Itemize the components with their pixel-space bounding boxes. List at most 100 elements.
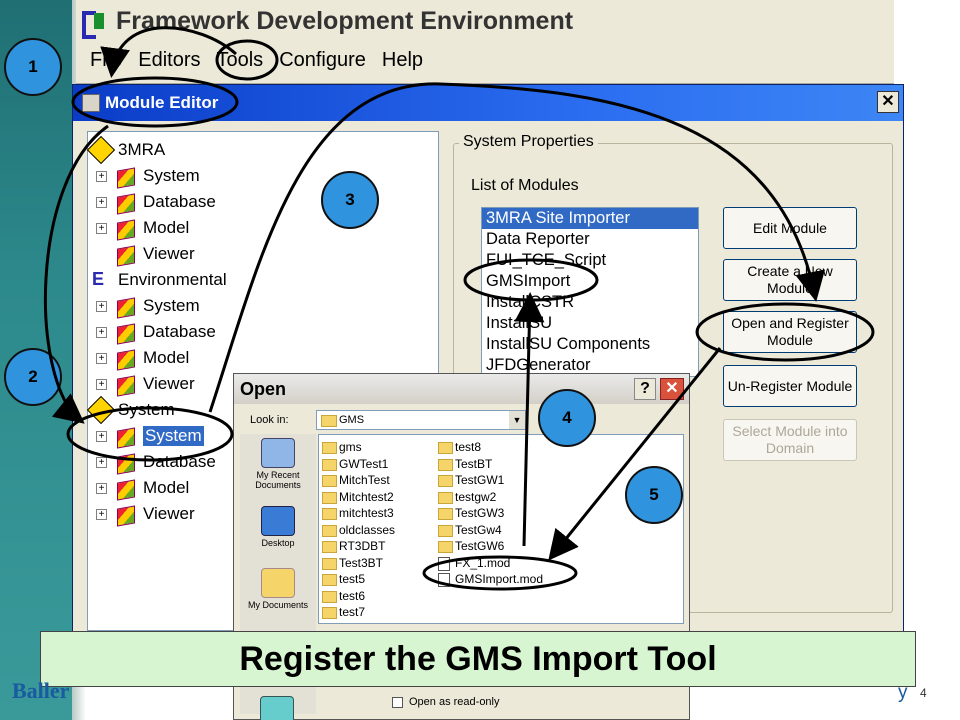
tree-node-label: Model bbox=[143, 348, 190, 367]
tree-node[interactable]: + Database bbox=[96, 320, 216, 344]
module-list-item[interactable]: FUI_TCE_Script bbox=[482, 250, 698, 271]
folder-item[interactable]: TestGW6 bbox=[437, 538, 504, 554]
expand-icon[interactable]: + bbox=[96, 430, 107, 442]
app-title: Framework Development Environment bbox=[116, 6, 574, 35]
page-number: 4 bbox=[920, 686, 927, 700]
tree-node[interactable]: + Database bbox=[96, 450, 216, 474]
folder-item[interactable]: TestBT bbox=[437, 456, 492, 472]
tree-node[interactable]: + Viewer bbox=[96, 372, 195, 396]
file-item[interactable]: GMSImport.mod bbox=[437, 571, 543, 587]
tree-node-label: Database bbox=[143, 452, 216, 471]
module-list-item[interactable]: Data Reporter bbox=[482, 229, 698, 250]
folder-item[interactable]: testgw2 bbox=[437, 489, 496, 505]
menu-file[interactable]: File bbox=[82, 46, 130, 74]
module-list-item[interactable]: GMSImport bbox=[482, 271, 698, 292]
open-dialog-titlebar[interactable]: Open bbox=[234, 374, 689, 404]
cube-icon bbox=[115, 503, 137, 525]
help-button[interactable]: ? bbox=[634, 378, 656, 400]
tree-node[interactable]: + System bbox=[96, 424, 204, 448]
menu-configure[interactable]: Configure bbox=[271, 46, 374, 74]
expand-icon[interactable]: + bbox=[96, 508, 107, 520]
module-editor-titlebar[interactable]: Module Editor ✕ bbox=[73, 85, 903, 121]
menu-tools[interactable]: Tools bbox=[208, 46, 271, 74]
expand-icon[interactable]: + bbox=[96, 326, 107, 338]
folder-item[interactable]: GWTest1 bbox=[321, 456, 388, 472]
close-button[interactable]: ✕ bbox=[877, 91, 899, 113]
folder-item[interactable]: Test3BT bbox=[321, 555, 383, 571]
cube-icon bbox=[115, 165, 137, 187]
place-desktop[interactable]: Desktop bbox=[240, 506, 316, 548]
expand-icon[interactable]: + bbox=[96, 378, 107, 390]
expand-icon[interactable]: + bbox=[96, 352, 107, 364]
app-window: Framework Development Environment File E… bbox=[76, 0, 894, 84]
callout-badge: 2 bbox=[4, 348, 62, 406]
place-my-documents[interactable]: My Documents bbox=[240, 568, 316, 610]
tree-node[interactable]: + Viewer bbox=[96, 502, 195, 526]
expand-icon[interactable]: + bbox=[96, 456, 107, 468]
tree-node[interactable]: System bbox=[90, 398, 175, 422]
expand-icon[interactable]: + bbox=[96, 300, 107, 312]
unregister-module-button[interactable]: Un-Register Module bbox=[723, 365, 857, 407]
open-register-module-button[interactable]: Open and Register Module bbox=[723, 311, 857, 353]
folder-item[interactable]: TestGw4 bbox=[437, 522, 502, 538]
warning-cube-icon bbox=[90, 399, 112, 421]
tree-node[interactable]: + Model bbox=[96, 216, 189, 240]
open-readonly-option[interactable]: Open as read-only bbox=[392, 696, 500, 708]
tree-node-label: Environmental bbox=[118, 270, 227, 289]
file-item[interactable]: FX_1.mod bbox=[437, 555, 510, 571]
module-list-item[interactable]: 3MRA Site Importer bbox=[482, 208, 698, 229]
cube-icon bbox=[115, 347, 137, 369]
folder-item[interactable]: Mitchtest2 bbox=[321, 489, 394, 505]
chevron-down-icon[interactable]: ▼ bbox=[509, 411, 525, 429]
place-label: My Documents bbox=[247, 600, 309, 610]
file-list[interactable]: gms GWTest1 MitchTest Mitchtest2 mitchtest3 o… bbox=[318, 434, 684, 624]
tree-node[interactable]: + System bbox=[96, 294, 200, 318]
folder-item[interactable]: oldclasses bbox=[321, 522, 395, 538]
tree-node[interactable]: Environmental bbox=[90, 268, 227, 292]
tree-node[interactable]: + Model bbox=[96, 476, 189, 500]
cube-icon bbox=[115, 373, 137, 395]
cube-icon bbox=[115, 295, 137, 317]
callout-badge: 4 bbox=[538, 389, 596, 447]
e-logo-icon bbox=[90, 269, 112, 291]
folder-item[interactable]: RT3DBT bbox=[321, 538, 385, 554]
tree-node-label: System bbox=[143, 166, 200, 185]
module-list-item[interactable]: InstallSU Components bbox=[482, 334, 698, 355]
list-of-modules-label: List of Modules bbox=[471, 177, 579, 194]
folder-item[interactable]: test8 bbox=[437, 439, 481, 455]
select-module-into-domain-button[interactable]: Select Module into Domain bbox=[723, 419, 857, 461]
folder-item[interactable]: test6 bbox=[321, 588, 365, 604]
expand-icon[interactable]: + bbox=[96, 482, 107, 494]
folder-item[interactable]: mitchtest3 bbox=[321, 505, 394, 521]
folder-item[interactable]: MitchTest bbox=[321, 472, 390, 488]
folder-item[interactable]: TestGW1 bbox=[437, 472, 504, 488]
open-dialog-close-button[interactable]: ✕ bbox=[660, 378, 684, 400]
menu-editors[interactable]: Editors bbox=[130, 46, 208, 74]
tree-node[interactable]: + System bbox=[96, 164, 200, 188]
cube-icon bbox=[115, 191, 137, 213]
computer-icon[interactable] bbox=[260, 696, 294, 720]
place-recent-documents[interactable]: My Recent Documents bbox=[240, 438, 316, 490]
folder-item[interactable]: test7 bbox=[321, 604, 365, 620]
edit-module-button[interactable]: Edit Module bbox=[723, 207, 857, 249]
tree-node[interactable]: + Database bbox=[96, 190, 216, 214]
folder-item[interactable]: gms bbox=[321, 439, 362, 455]
look-in-select[interactable]: GMS ▼ bbox=[316, 410, 526, 430]
tree-node[interactable]: + Model bbox=[96, 346, 189, 370]
readonly-checkbox[interactable] bbox=[392, 696, 403, 708]
expand-icon[interactable]: + bbox=[96, 170, 107, 182]
create-module-button[interactable]: Create a New Module bbox=[723, 259, 857, 301]
module-list-item[interactable]: InstallSU bbox=[482, 313, 698, 334]
folder-item[interactable]: TestGW3 bbox=[437, 505, 504, 521]
expand-icon[interactable]: + bbox=[96, 196, 107, 208]
expand-icon[interactable]: + bbox=[96, 222, 107, 234]
cube-icon bbox=[115, 243, 137, 265]
folder-item[interactable]: test5 bbox=[321, 571, 365, 587]
module-list-item[interactable]: InstallCSTR bbox=[482, 292, 698, 313]
desktop-icon bbox=[261, 506, 295, 536]
tree-node[interactable]: 3MRA bbox=[90, 138, 165, 162]
tree-node[interactable]: Viewer bbox=[96, 242, 195, 266]
menu-help[interactable]: Help bbox=[374, 46, 431, 74]
system-properties-label: System Properties bbox=[459, 133, 598, 151]
module-list[interactable]: 3MRA Site Importer Data Reporter FUI_TCE_S… bbox=[481, 207, 699, 377]
